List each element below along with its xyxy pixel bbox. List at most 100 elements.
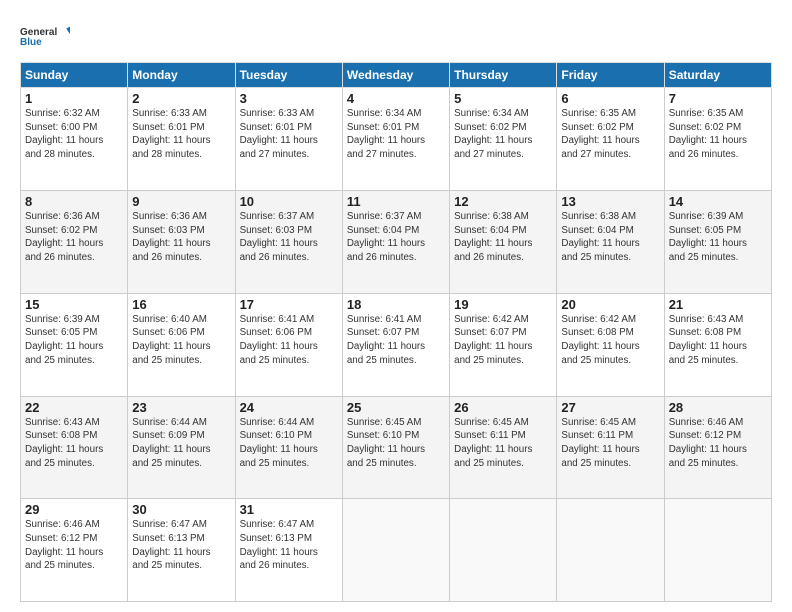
day-number: 26	[454, 400, 552, 415]
calendar-cell: 3Sunrise: 6:33 AM Sunset: 6:01 PM Daylig…	[235, 88, 342, 191]
day-detail: Sunrise: 6:35 AM Sunset: 6:02 PM Dayligh…	[669, 107, 767, 162]
calendar-cell: 13Sunrise: 6:38 AM Sunset: 6:04 PM Dayli…	[557, 190, 664, 293]
day-detail: Sunrise: 6:46 AM Sunset: 6:12 PM Dayligh…	[669, 416, 767, 471]
day-detail: Sunrise: 6:46 AM Sunset: 6:12 PM Dayligh…	[25, 518, 123, 573]
day-detail: Sunrise: 6:42 AM Sunset: 6:08 PM Dayligh…	[561, 313, 659, 368]
svg-text:General: General	[20, 27, 57, 38]
day-detail: Sunrise: 6:44 AM Sunset: 6:09 PM Dayligh…	[132, 416, 230, 471]
day-number: 19	[454, 297, 552, 312]
calendar-cell: 9Sunrise: 6:36 AM Sunset: 6:03 PM Daylig…	[128, 190, 235, 293]
day-number: 13	[561, 194, 659, 209]
day-number: 27	[561, 400, 659, 415]
calendar-week-row: 8Sunrise: 6:36 AM Sunset: 6:02 PM Daylig…	[21, 190, 772, 293]
calendar-cell: 12Sunrise: 6:38 AM Sunset: 6:04 PM Dayli…	[450, 190, 557, 293]
day-number: 21	[669, 297, 767, 312]
calendar-cell	[342, 499, 449, 602]
day-number: 5	[454, 91, 552, 106]
day-number: 25	[347, 400, 445, 415]
day-detail: Sunrise: 6:47 AM Sunset: 6:13 PM Dayligh…	[240, 518, 338, 573]
calendar-cell: 28Sunrise: 6:46 AM Sunset: 6:12 PM Dayli…	[664, 396, 771, 499]
calendar-cell: 10Sunrise: 6:37 AM Sunset: 6:03 PM Dayli…	[235, 190, 342, 293]
day-detail: Sunrise: 6:37 AM Sunset: 6:04 PM Dayligh…	[347, 210, 445, 265]
day-detail: Sunrise: 6:47 AM Sunset: 6:13 PM Dayligh…	[132, 518, 230, 573]
calendar-cell: 25Sunrise: 6:45 AM Sunset: 6:10 PM Dayli…	[342, 396, 449, 499]
day-detail: Sunrise: 6:42 AM Sunset: 6:07 PM Dayligh…	[454, 313, 552, 368]
day-number: 24	[240, 400, 338, 415]
day-detail: Sunrise: 6:44 AM Sunset: 6:10 PM Dayligh…	[240, 416, 338, 471]
day-number: 1	[25, 91, 123, 106]
day-number: 31	[240, 502, 338, 517]
day-detail: Sunrise: 6:33 AM Sunset: 6:01 PM Dayligh…	[132, 107, 230, 162]
day-detail: Sunrise: 6:41 AM Sunset: 6:07 PM Dayligh…	[347, 313, 445, 368]
day-detail: Sunrise: 6:39 AM Sunset: 6:05 PM Dayligh…	[25, 313, 123, 368]
day-number: 10	[240, 194, 338, 209]
logo: General Blue	[20, 18, 70, 54]
day-number: 18	[347, 297, 445, 312]
logo-svg: General Blue	[20, 18, 70, 54]
calendar-week-row: 22Sunrise: 6:43 AM Sunset: 6:08 PM Dayli…	[21, 396, 772, 499]
day-number: 30	[132, 502, 230, 517]
calendar-cell: 20Sunrise: 6:42 AM Sunset: 6:08 PM Dayli…	[557, 293, 664, 396]
calendar-cell: 17Sunrise: 6:41 AM Sunset: 6:06 PM Dayli…	[235, 293, 342, 396]
calendar-cell: 11Sunrise: 6:37 AM Sunset: 6:04 PM Dayli…	[342, 190, 449, 293]
calendar-header-saturday: Saturday	[664, 63, 771, 88]
header: General Blue	[20, 18, 772, 54]
calendar-cell: 24Sunrise: 6:44 AM Sunset: 6:10 PM Dayli…	[235, 396, 342, 499]
day-detail: Sunrise: 6:39 AM Sunset: 6:05 PM Dayligh…	[669, 210, 767, 265]
calendar-cell: 2Sunrise: 6:33 AM Sunset: 6:01 PM Daylig…	[128, 88, 235, 191]
day-detail: Sunrise: 6:35 AM Sunset: 6:02 PM Dayligh…	[561, 107, 659, 162]
day-number: 3	[240, 91, 338, 106]
calendar-week-row: 15Sunrise: 6:39 AM Sunset: 6:05 PM Dayli…	[21, 293, 772, 396]
calendar-cell: 8Sunrise: 6:36 AM Sunset: 6:02 PM Daylig…	[21, 190, 128, 293]
calendar-header-tuesday: Tuesday	[235, 63, 342, 88]
calendar-cell	[557, 499, 664, 602]
calendar-cell: 18Sunrise: 6:41 AM Sunset: 6:07 PM Dayli…	[342, 293, 449, 396]
calendar-cell: 15Sunrise: 6:39 AM Sunset: 6:05 PM Dayli…	[21, 293, 128, 396]
calendar-cell	[664, 499, 771, 602]
day-number: 20	[561, 297, 659, 312]
calendar-cell: 22Sunrise: 6:43 AM Sunset: 6:08 PM Dayli…	[21, 396, 128, 499]
day-number: 11	[347, 194, 445, 209]
calendar-cell: 14Sunrise: 6:39 AM Sunset: 6:05 PM Dayli…	[664, 190, 771, 293]
day-detail: Sunrise: 6:45 AM Sunset: 6:10 PM Dayligh…	[347, 416, 445, 471]
day-detail: Sunrise: 6:34 AM Sunset: 6:02 PM Dayligh…	[454, 107, 552, 162]
day-detail: Sunrise: 6:41 AM Sunset: 6:06 PM Dayligh…	[240, 313, 338, 368]
calendar-cell: 26Sunrise: 6:45 AM Sunset: 6:11 PM Dayli…	[450, 396, 557, 499]
calendar-header-thursday: Thursday	[450, 63, 557, 88]
day-detail: Sunrise: 6:38 AM Sunset: 6:04 PM Dayligh…	[454, 210, 552, 265]
calendar-table: SundayMondayTuesdayWednesdayThursdayFrid…	[20, 62, 772, 602]
day-number: 17	[240, 297, 338, 312]
calendar-week-row: 29Sunrise: 6:46 AM Sunset: 6:12 PM Dayli…	[21, 499, 772, 602]
day-detail: Sunrise: 6:43 AM Sunset: 6:08 PM Dayligh…	[25, 416, 123, 471]
day-number: 14	[669, 194, 767, 209]
calendar-week-row: 1Sunrise: 6:32 AM Sunset: 6:00 PM Daylig…	[21, 88, 772, 191]
day-number: 8	[25, 194, 123, 209]
day-number: 29	[25, 502, 123, 517]
calendar-cell: 19Sunrise: 6:42 AM Sunset: 6:07 PM Dayli…	[450, 293, 557, 396]
day-number: 9	[132, 194, 230, 209]
day-number: 2	[132, 91, 230, 106]
day-detail: Sunrise: 6:45 AM Sunset: 6:11 PM Dayligh…	[561, 416, 659, 471]
day-detail: Sunrise: 6:38 AM Sunset: 6:04 PM Dayligh…	[561, 210, 659, 265]
calendar-cell: 5Sunrise: 6:34 AM Sunset: 6:02 PM Daylig…	[450, 88, 557, 191]
day-number: 23	[132, 400, 230, 415]
calendar-cell: 29Sunrise: 6:46 AM Sunset: 6:12 PM Dayli…	[21, 499, 128, 602]
day-number: 7	[669, 91, 767, 106]
calendar-cell: 4Sunrise: 6:34 AM Sunset: 6:01 PM Daylig…	[342, 88, 449, 191]
day-number: 4	[347, 91, 445, 106]
svg-text:Blue: Blue	[20, 37, 42, 48]
day-detail: Sunrise: 6:45 AM Sunset: 6:11 PM Dayligh…	[454, 416, 552, 471]
page: General Blue SundayMondayTuesdayWednesda…	[0, 0, 792, 612]
calendar-cell: 23Sunrise: 6:44 AM Sunset: 6:09 PM Dayli…	[128, 396, 235, 499]
calendar-header-monday: Monday	[128, 63, 235, 88]
calendar-header-sunday: Sunday	[21, 63, 128, 88]
calendar-cell: 16Sunrise: 6:40 AM Sunset: 6:06 PM Dayli…	[128, 293, 235, 396]
calendar-header-row: SundayMondayTuesdayWednesdayThursdayFrid…	[21, 63, 772, 88]
day-number: 15	[25, 297, 123, 312]
day-number: 6	[561, 91, 659, 106]
calendar-header-wednesday: Wednesday	[342, 63, 449, 88]
day-detail: Sunrise: 6:36 AM Sunset: 6:02 PM Dayligh…	[25, 210, 123, 265]
day-detail: Sunrise: 6:43 AM Sunset: 6:08 PM Dayligh…	[669, 313, 767, 368]
calendar-cell: 6Sunrise: 6:35 AM Sunset: 6:02 PM Daylig…	[557, 88, 664, 191]
day-number: 22	[25, 400, 123, 415]
